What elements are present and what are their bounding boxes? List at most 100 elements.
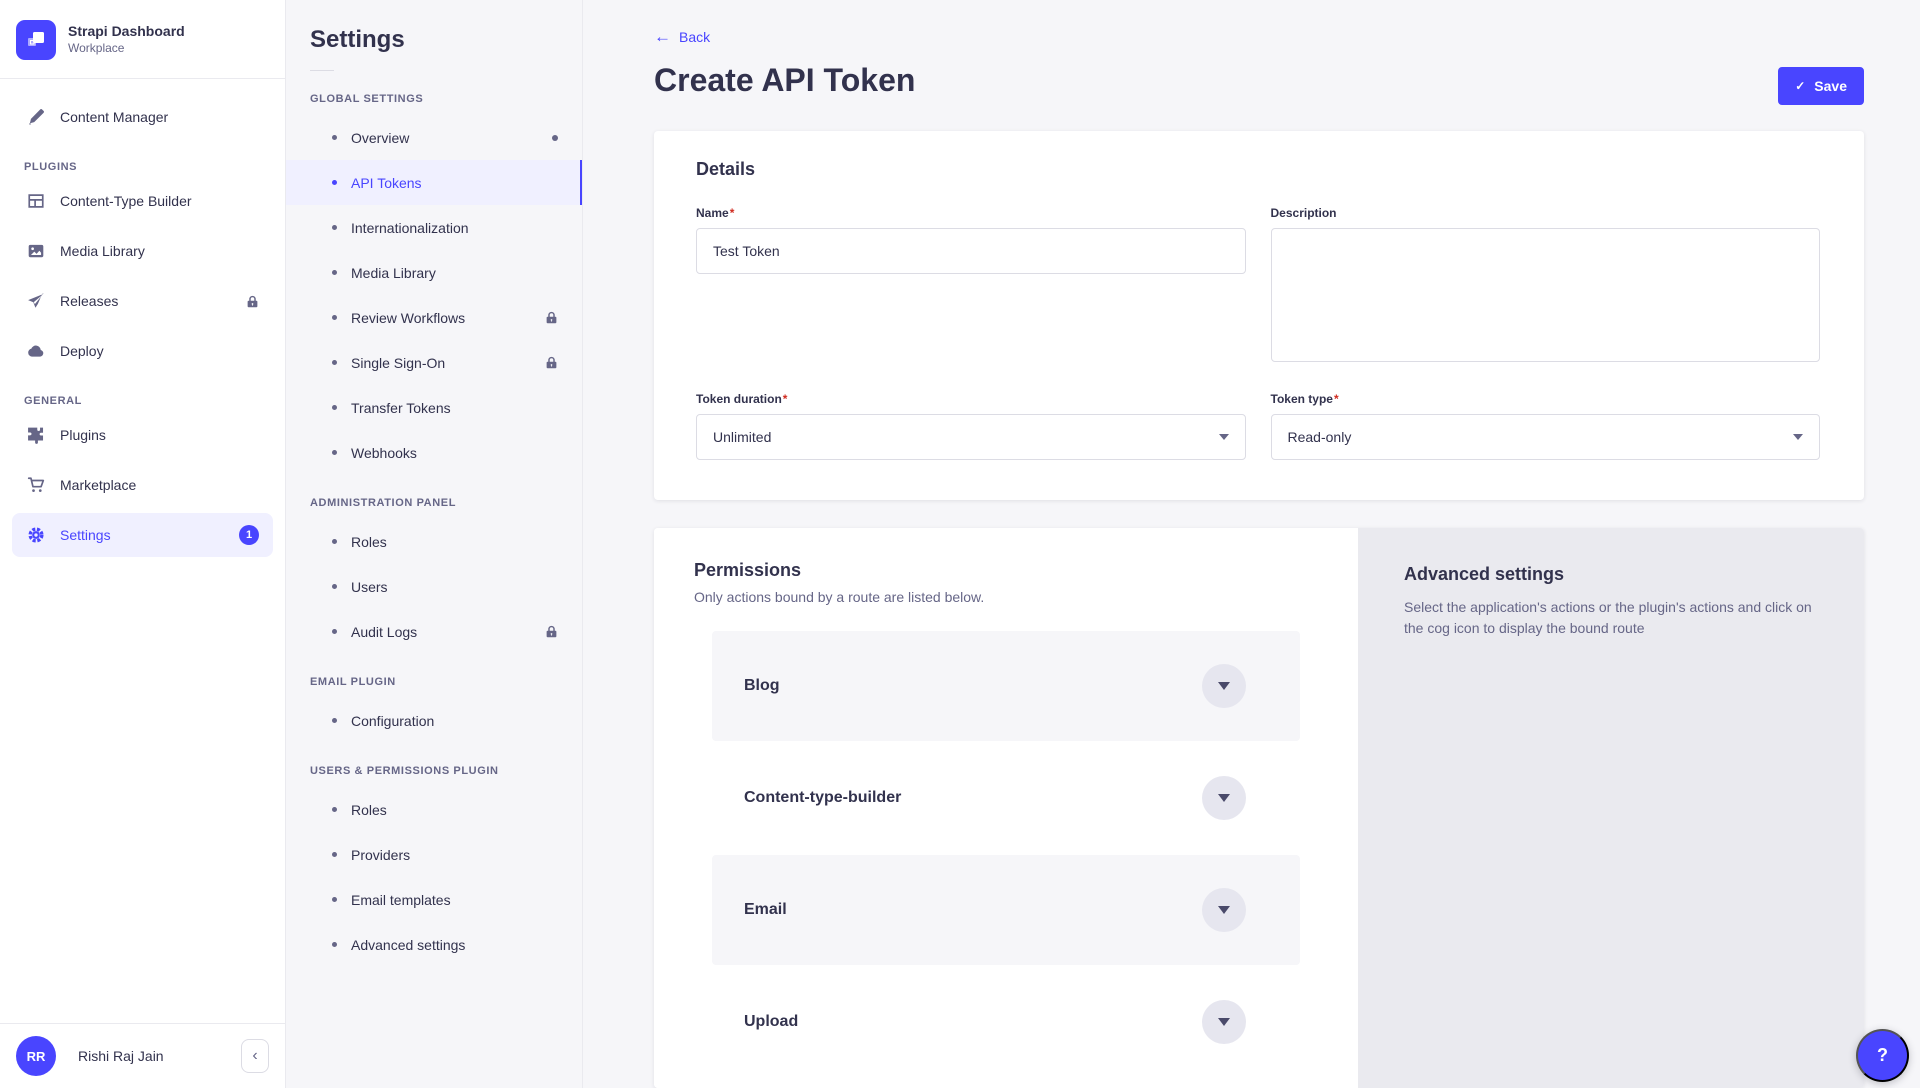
sidebar-footer: RR Rishi Raj Jain ‹ bbox=[0, 1023, 285, 1088]
accordion-upload[interactable]: Upload bbox=[712, 967, 1300, 1077]
token-duration-value: Unlimited bbox=[713, 429, 771, 445]
subnav-item-single-sign-on[interactable]: Single Sign-On bbox=[286, 340, 582, 385]
picture-icon bbox=[26, 241, 46, 261]
back-label: Back bbox=[679, 29, 710, 45]
page-title: Create API Token bbox=[654, 61, 915, 99]
collapse-sidebar-button[interactable]: ‹ bbox=[241, 1039, 269, 1073]
chevron-down-icon bbox=[1218, 794, 1230, 802]
subnav-item-review-workflows[interactable]: Review Workflows bbox=[286, 295, 582, 340]
main-content: ← Back Create API Token ✓ Save Details N… bbox=[583, 0, 1920, 1088]
accordion-toggle-button[interactable] bbox=[1202, 1000, 1246, 1044]
bullet-icon bbox=[332, 225, 337, 230]
subnav-item-audit-logs[interactable]: Audit Logs bbox=[286, 609, 582, 654]
user-avatar[interactable]: RR bbox=[16, 1036, 56, 1076]
nav-item-media-library[interactable]: Media Library bbox=[12, 229, 273, 273]
accordion-toggle-button[interactable] bbox=[1202, 664, 1246, 708]
subnav-item-label: Overview bbox=[351, 130, 409, 146]
bullet-icon bbox=[332, 718, 337, 723]
main-navigation: Content Manager PLUGINS Content-Type Bui… bbox=[0, 79, 285, 1023]
name-input[interactable] bbox=[696, 228, 1246, 274]
nav-item-content-manager[interactable]: Content Manager bbox=[12, 95, 273, 139]
bullet-icon bbox=[332, 270, 337, 275]
name-label-text: Name bbox=[696, 206, 729, 220]
save-button[interactable]: ✓ Save bbox=[1778, 67, 1864, 105]
subnav-item-configuration[interactable]: Configuration bbox=[286, 698, 582, 743]
subnav-item-advanced-settings[interactable]: Advanced settings bbox=[286, 922, 582, 967]
subnav-item-admin-roles[interactable]: Roles bbox=[286, 519, 582, 564]
subnav-item-label: Review Workflows bbox=[351, 310, 465, 326]
accordion-toggle-button[interactable] bbox=[1202, 888, 1246, 932]
save-label: Save bbox=[1814, 78, 1847, 94]
nav-item-label: Content Manager bbox=[60, 109, 168, 125]
advanced-settings-description: Select the application's actions or the … bbox=[1404, 597, 1818, 639]
accordion-blog[interactable]: Blog bbox=[712, 631, 1300, 741]
bullet-icon bbox=[332, 852, 337, 857]
nav-item-plugins[interactable]: Plugins bbox=[12, 413, 273, 457]
subnav-item-transfer-tokens[interactable]: Transfer Tokens bbox=[286, 385, 582, 430]
nav-item-settings[interactable]: Settings 1 bbox=[12, 513, 273, 557]
bullet-icon bbox=[332, 135, 337, 140]
subnav-item-label: Configuration bbox=[351, 713, 434, 729]
bullet-icon bbox=[332, 584, 337, 589]
subnav-item-label: Internationalization bbox=[351, 220, 469, 236]
permissions-panel: Permissions Only actions bound by a rout… bbox=[654, 528, 1358, 1088]
nav-section-plugins: PLUGINS bbox=[24, 161, 261, 173]
nav-item-deploy[interactable]: Deploy bbox=[12, 329, 273, 373]
nav-item-label: Marketplace bbox=[60, 477, 136, 493]
subnav-item-up-roles[interactable]: Roles bbox=[286, 787, 582, 832]
workspace-titles: Strapi Dashboard Workplace bbox=[68, 23, 185, 56]
token-duration-select[interactable]: Unlimited bbox=[696, 414, 1246, 460]
chevron-left-icon: ‹ bbox=[252, 1047, 257, 1065]
subnav-item-label: Single Sign-On bbox=[351, 355, 445, 371]
subnav-item-label: Roles bbox=[351, 534, 387, 550]
accordion-label: Content-type-builder bbox=[744, 789, 1202, 807]
lock-icon bbox=[545, 311, 558, 324]
token-type-label-text: Token type bbox=[1271, 392, 1333, 406]
nav-item-content-type-builder[interactable]: Content-Type Builder bbox=[12, 179, 273, 223]
subnav-section-global-settings: GLOBAL SETTINGS bbox=[310, 93, 558, 105]
token-type-select[interactable]: Read-only bbox=[1271, 414, 1821, 460]
bullet-icon bbox=[332, 539, 337, 544]
user-name: Rishi Raj Jain bbox=[68, 1048, 229, 1064]
nav-item-label: Deploy bbox=[60, 343, 104, 359]
subnav-item-admin-users[interactable]: Users bbox=[286, 564, 582, 609]
subnav-item-label: Advanced settings bbox=[351, 937, 465, 953]
help-button[interactable]: ? bbox=[1856, 1029, 1909, 1082]
token-type-value: Read-only bbox=[1288, 429, 1352, 445]
puzzle-icon bbox=[26, 425, 46, 445]
subnav-item-webhooks[interactable]: Webhooks bbox=[286, 430, 582, 475]
question-mark-icon: ? bbox=[1877, 1045, 1888, 1066]
subnav-item-providers[interactable]: Providers bbox=[286, 832, 582, 877]
lock-icon bbox=[545, 625, 558, 638]
accordion-content-type-builder[interactable]: Content-type-builder bbox=[712, 743, 1300, 853]
nav-item-marketplace[interactable]: Marketplace bbox=[12, 463, 273, 507]
workspace-header[interactable]: Strapi Dashboard Workplace bbox=[0, 0, 285, 78]
description-textarea[interactable] bbox=[1271, 228, 1821, 362]
accordion-email[interactable]: Email bbox=[712, 855, 1300, 965]
cloud-icon bbox=[26, 341, 46, 361]
subnav-item-label: Roles bbox=[351, 802, 387, 818]
subnav-item-label: Email templates bbox=[351, 892, 451, 908]
bullet-icon bbox=[332, 807, 337, 812]
subnav-section-administration-panel: ADMINISTRATION PANEL bbox=[310, 497, 558, 509]
subnav-item-email-templates[interactable]: Email templates bbox=[286, 877, 582, 922]
details-title: Details bbox=[696, 159, 1820, 180]
bullet-icon bbox=[332, 180, 337, 185]
strapi-logo-icon bbox=[16, 20, 56, 60]
subnav-item-overview[interactable]: Overview bbox=[286, 115, 582, 160]
subnav-item-api-tokens[interactable]: API Tokens bbox=[286, 160, 582, 205]
page-header: Create API Token ✓ Save bbox=[654, 61, 1864, 105]
app-sidebar: Strapi Dashboard Workplace Content Manag… bbox=[0, 0, 286, 1088]
subnav-item-media-library[interactable]: Media Library bbox=[286, 250, 582, 295]
nav-item-releases[interactable]: Releases bbox=[12, 279, 273, 323]
accordion-toggle-button[interactable] bbox=[1202, 776, 1246, 820]
accordion-label: Email bbox=[744, 901, 1202, 919]
advanced-settings-panel: Advanced settings Select the application… bbox=[1358, 528, 1864, 1088]
subnav-item-internationalization[interactable]: Internationalization bbox=[286, 205, 582, 250]
back-link[interactable]: ← Back bbox=[654, 28, 710, 45]
accordion-label: Upload bbox=[744, 1013, 1202, 1031]
app-subtitle: Workplace bbox=[68, 41, 185, 57]
token-duration-label-text: Token duration bbox=[696, 392, 782, 406]
permissions-accordions: Blog Content-type-builder Email bbox=[712, 631, 1300, 1077]
name-field-group: Name* bbox=[696, 206, 1246, 362]
